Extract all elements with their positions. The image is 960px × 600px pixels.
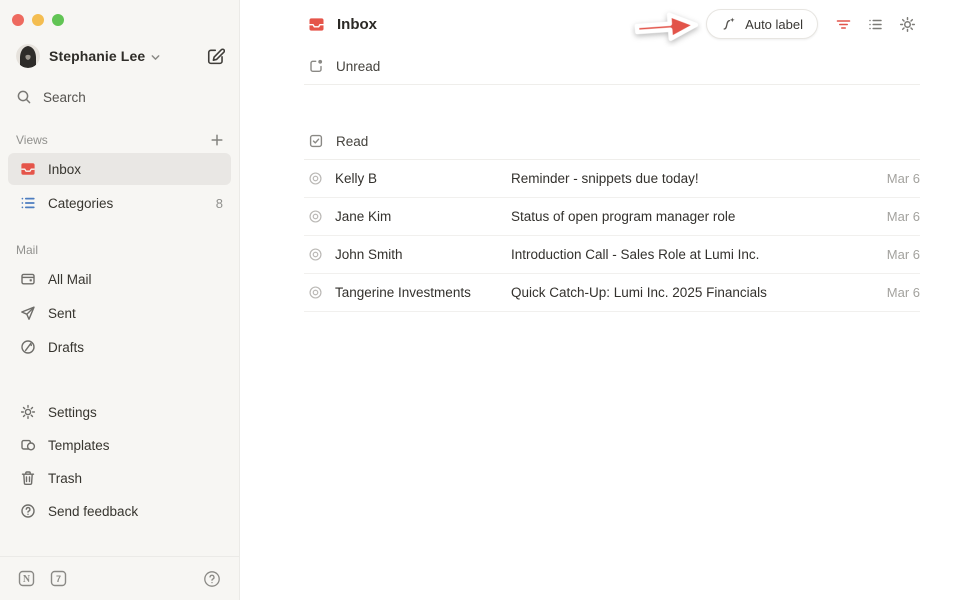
email-sender: John Smith bbox=[335, 247, 499, 262]
compose-icon[interactable] bbox=[206, 47, 225, 66]
categories-icon bbox=[20, 195, 36, 211]
section-header-read[interactable]: Read bbox=[240, 123, 960, 159]
mail-label: Mail bbox=[16, 243, 224, 257]
read-status-icon[interactable] bbox=[308, 285, 323, 300]
sidebar-item-label: Drafts bbox=[48, 340, 84, 355]
mail-section-header: Mail bbox=[0, 238, 239, 262]
search-label: Search bbox=[43, 90, 86, 105]
auto-label-button-label: Auto label bbox=[745, 17, 803, 32]
account-switcher[interactable]: Stephanie Lee bbox=[0, 36, 239, 76]
settings-gear-icon[interactable] bbox=[899, 16, 916, 33]
filter-icon[interactable] bbox=[835, 16, 852, 33]
templates-icon bbox=[20, 437, 36, 453]
auto-label-sparkle-icon bbox=[721, 16, 737, 32]
sidebar-item-label: Sent bbox=[48, 306, 76, 321]
section-label-read: Read bbox=[336, 134, 368, 149]
inbox-icon bbox=[20, 161, 36, 177]
list-view-icon[interactable] bbox=[867, 16, 884, 33]
email-row[interactable]: John Smith Introduction Call - Sales Rol… bbox=[304, 236, 920, 274]
email-sender: Jane Kim bbox=[335, 209, 499, 224]
sidebar-item-settings[interactable]: Settings bbox=[8, 396, 231, 428]
sidebar-item-categories[interactable]: Categories 8 bbox=[8, 187, 231, 219]
email-date: Mar 6 bbox=[887, 209, 920, 224]
search-button[interactable]: Search bbox=[0, 78, 239, 116]
email-list: Kelly B Reminder - snippets due today! M… bbox=[304, 160, 920, 312]
sidebar-item-label: Settings bbox=[48, 405, 97, 420]
svg-text:7: 7 bbox=[56, 574, 61, 584]
sidebar-item-send-feedback[interactable]: Send feedback bbox=[8, 495, 231, 527]
main-content: Inbox Auto label bbox=[240, 0, 960, 600]
views-section-header: Views bbox=[0, 128, 239, 152]
sidebar-item-label: Inbox bbox=[48, 162, 81, 177]
svg-text:N: N bbox=[23, 574, 31, 585]
calendar-icon[interactable]: 7 bbox=[50, 570, 67, 587]
checkbox-checked-icon bbox=[308, 133, 324, 149]
drafts-icon bbox=[20, 339, 36, 355]
section-label-unread: Unread bbox=[336, 59, 380, 74]
gear-icon bbox=[20, 404, 36, 420]
sidebar-item-label: Templates bbox=[48, 438, 110, 453]
window-controls bbox=[0, 0, 239, 28]
sidebar-item-label: Categories bbox=[48, 196, 113, 211]
email-sender: Tangerine Investments bbox=[335, 285, 499, 300]
sidebar-item-label: Trash bbox=[48, 471, 82, 486]
unread-square-dot-icon bbox=[308, 58, 324, 74]
read-status-icon[interactable] bbox=[308, 209, 323, 224]
email-row[interactable]: Jane Kim Status of open program manager … bbox=[304, 198, 920, 236]
trash-icon bbox=[20, 470, 36, 486]
sidebar-item-sent[interactable]: Sent bbox=[8, 297, 231, 329]
sidebar-footer: N 7 bbox=[0, 556, 239, 600]
avatar bbox=[16, 44, 40, 68]
sidebar: Stephanie Lee Search Views bbox=[0, 0, 240, 600]
read-status-icon[interactable] bbox=[308, 247, 323, 262]
account-name: Stephanie Lee bbox=[49, 48, 145, 64]
sidebar-item-drafts[interactable]: Drafts bbox=[8, 331, 231, 363]
section-gap bbox=[240, 85, 960, 123]
email-date: Mar 6 bbox=[887, 247, 920, 262]
sidebar-item-label: All Mail bbox=[48, 272, 92, 287]
page-title: Inbox bbox=[337, 16, 377, 33]
email-row[interactable]: Tangerine Investments Quick Catch-Up: Lu… bbox=[304, 274, 920, 312]
annotation-arrow-icon bbox=[630, 7, 702, 47]
categories-count-badge: 8 bbox=[216, 196, 223, 211]
email-date: Mar 6 bbox=[887, 285, 920, 300]
section-header-unread[interactable]: Unread bbox=[240, 48, 960, 84]
zoom-window-button[interactable] bbox=[52, 14, 64, 26]
read-status-icon[interactable] bbox=[308, 171, 323, 186]
all-mail-icon bbox=[20, 271, 36, 287]
email-row[interactable]: Kelly B Reminder - snippets due today! M… bbox=[304, 160, 920, 198]
inbox-icon bbox=[308, 16, 325, 33]
email-subject: Reminder - snippets due today! bbox=[511, 171, 875, 186]
sidebar-item-label: Send feedback bbox=[48, 504, 138, 519]
email-subject: Introduction Call - Sales Role at Lumi I… bbox=[511, 247, 875, 262]
search-icon bbox=[16, 89, 32, 105]
sidebar-item-inbox[interactable]: Inbox bbox=[8, 153, 231, 185]
email-subject: Status of open program manager role bbox=[511, 209, 875, 224]
send-icon bbox=[20, 305, 36, 321]
help-circle-icon bbox=[20, 503, 36, 519]
sidebar-item-trash[interactable]: Trash bbox=[8, 462, 231, 494]
minimize-window-button[interactable] bbox=[32, 14, 44, 26]
views-label: Views bbox=[16, 133, 210, 147]
notion-mail-logo-icon[interactable]: N bbox=[18, 570, 35, 587]
help-icon[interactable] bbox=[203, 570, 221, 588]
main-header: Inbox Auto label bbox=[240, 0, 960, 48]
sidebar-item-all-mail[interactable]: All Mail bbox=[8, 263, 231, 295]
add-view-icon[interactable] bbox=[210, 133, 224, 147]
email-subject: Quick Catch-Up: Lumi Inc. 2025 Financial… bbox=[511, 285, 875, 300]
sidebar-item-templates[interactable]: Templates bbox=[8, 429, 231, 461]
email-date: Mar 6 bbox=[887, 171, 920, 186]
close-window-button[interactable] bbox=[12, 14, 24, 26]
chevron-down-icon bbox=[150, 52, 161, 63]
email-sender: Kelly B bbox=[335, 171, 499, 186]
auto-label-button[interactable]: Auto label bbox=[706, 9, 818, 39]
sidebar-utility-group: Settings Templates Trash Send feedback bbox=[0, 395, 239, 556]
